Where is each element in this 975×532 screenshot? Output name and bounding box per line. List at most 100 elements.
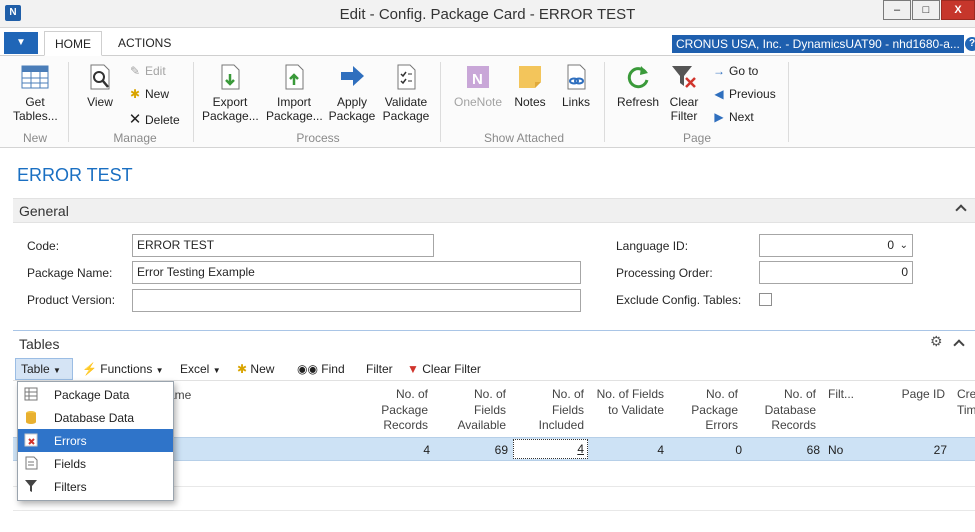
previous-button[interactable]: ◀ Previous (712, 87, 775, 101)
cell-package-records[interactable]: 4 (362, 443, 430, 457)
get-tables-label: Get Tables... (13, 95, 58, 123)
group-separator (788, 62, 789, 142)
clear-filter-icon: ▼ (407, 362, 419, 376)
cell-page-id[interactable]: 27 (885, 443, 947, 457)
language-id-value: 0 (887, 238, 894, 252)
column-header-fields-to-validate[interactable]: No. of Fields to Validate (596, 387, 664, 418)
group-separator (604, 62, 605, 142)
table-menu-button[interactable]: Table ▼ (15, 358, 73, 380)
cell-filter[interactable]: No (828, 443, 843, 457)
gear-icon[interactable]: ⚙ (930, 333, 943, 350)
menu-item-package-data[interactable]: Package Data (18, 383, 173, 406)
group-process-label: Process (296, 131, 340, 145)
validate-package-button[interactable]: Validate Package (380, 62, 432, 123)
delete-x-icon: ✕ (128, 111, 142, 128)
notes-button[interactable]: Notes (510, 62, 550, 109)
go-to-button[interactable]: → Go to (712, 64, 758, 78)
chevron-down-icon: ⌄ (899, 240, 908, 251)
apply-package-button[interactable]: Apply Package (328, 62, 376, 123)
product-version-field[interactable] (132, 289, 581, 312)
refresh-button[interactable]: Refresh (614, 62, 662, 109)
onenote-icon: N (463, 62, 493, 92)
onenote-label: OneNote (453, 95, 503, 109)
view-button[interactable]: View (80, 62, 120, 109)
find-button[interactable]: ◉◉ Find (297, 362, 345, 376)
column-header-page-id[interactable]: Page ID (885, 387, 945, 403)
cell-fields-to-validate[interactable]: 4 (596, 443, 664, 457)
links-label: Links (561, 95, 590, 109)
help-icon[interactable]: ? (965, 37, 975, 51)
cell-package-errors[interactable]: 0 (672, 443, 742, 457)
group-separator (440, 62, 441, 142)
group-show-attached-label: Show Attached (483, 131, 565, 145)
grid-icon (24, 387, 38, 401)
product-version-label: Product Version: (27, 293, 116, 307)
minimize-button[interactable]: – (883, 0, 911, 20)
tab-actions[interactable]: ACTIONS (108, 31, 181, 56)
collapse-chevron-icon[interactable] (955, 204, 967, 216)
new-line-button[interactable]: ✱ New (237, 362, 274, 376)
close-button[interactable]: X (941, 0, 975, 20)
delete-button[interactable]: ✕ Delete (128, 110, 180, 128)
arrow-right-icon: → (713, 64, 725, 78)
clear-filter-ribbon-button[interactable]: Clear Filter (664, 62, 704, 123)
maximize-button[interactable]: □ (912, 0, 940, 20)
column-header-fields-available[interactable]: No. of Fields Available (440, 387, 506, 434)
column-header-database-records[interactable]: No. of Database Records (748, 387, 816, 434)
new-line-label: New (250, 362, 275, 376)
next-label: Next (729, 110, 754, 124)
export-package-button[interactable]: Export Package... (200, 62, 260, 123)
general-fasttab[interactable]: General (13, 198, 975, 223)
excel-menu-button[interactable]: Excel ▼ (180, 362, 221, 376)
column-header-created[interactable]: Cre Tim (957, 387, 975, 418)
functions-label: Functions (100, 362, 153, 376)
import-package-button[interactable]: Import Package... (264, 62, 324, 123)
onenote-button[interactable]: N OneNote (450, 62, 506, 109)
company-indicator[interactable]: CRONUS USA, Inc. - DynamicsUAT90 - nhd16… (672, 35, 964, 53)
clear-filter-button[interactable]: ▼ Clear Filter (407, 362, 481, 376)
code-field[interactable]: ERROR TEST (132, 234, 434, 257)
links-button[interactable]: Links (556, 62, 596, 109)
dropdown-arrow-icon: ▼ (53, 366, 61, 375)
column-header-package-records[interactable]: No. of Package Records (362, 387, 428, 434)
menu-item-errors[interactable]: Errors (18, 429, 173, 452)
excel-label: Excel (180, 362, 210, 376)
cell-fields-available[interactable]: 69 (440, 443, 508, 457)
cell-database-records[interactable]: 68 (748, 443, 820, 457)
column-header-package-errors[interactable]: No. of Package Errors (672, 387, 738, 434)
menu-item-fields[interactable]: Fields (18, 452, 173, 475)
menu-item-label: Package Data (54, 388, 130, 402)
column-header-filter[interactable]: Filt... (828, 387, 854, 403)
app-menu-button[interactable]: ▼ (4, 32, 38, 54)
tab-home[interactable]: HOME (44, 31, 102, 56)
table-grid-icon (20, 62, 50, 92)
exclude-config-tables-checkbox[interactable] (759, 293, 772, 306)
functions-menu-button[interactable]: ⚡ Functions ▼ (82, 362, 164, 376)
processing-order-field[interactable]: 0 (759, 261, 913, 284)
code-label: Code: (27, 239, 60, 253)
menu-item-database-data[interactable]: Database Data (18, 406, 173, 429)
package-name-field[interactable]: Error Testing Example (132, 261, 581, 284)
language-id-select[interactable]: 0 ⌄ (759, 234, 913, 257)
tables-part-header[interactable]: Tables (13, 330, 975, 355)
menu-item-filters[interactable]: Filters (18, 475, 173, 498)
new-page-icon: ✱ (237, 362, 248, 376)
filter-button[interactable]: Filter (366, 362, 393, 376)
new-button[interactable]: ✱ New (128, 87, 169, 101)
cell-fields-included[interactable]: 4 (513, 439, 588, 459)
column-header-fields-included[interactable]: No. of Fields Included (518, 387, 584, 434)
tables-part-label: Tables (19, 336, 60, 352)
next-button[interactable]: ▶ Next (712, 110, 754, 124)
pencil-icon: ✎ (129, 64, 141, 78)
checklist-icon (391, 62, 421, 92)
dropdown-arrow-icon: ▼ (212, 366, 221, 375)
new-page-icon: ✱ (129, 87, 141, 101)
group-separator (68, 62, 69, 142)
find-label: Find (321, 362, 345, 376)
apply-arrow-icon (337, 62, 367, 92)
get-tables-button[interactable]: Get Tables... (8, 62, 62, 123)
group-new-label: New (22, 131, 47, 145)
delete-label: Delete (145, 113, 180, 127)
edit-button[interactable]: ✎ Edit (128, 64, 166, 78)
funnel-icon (24, 479, 38, 493)
